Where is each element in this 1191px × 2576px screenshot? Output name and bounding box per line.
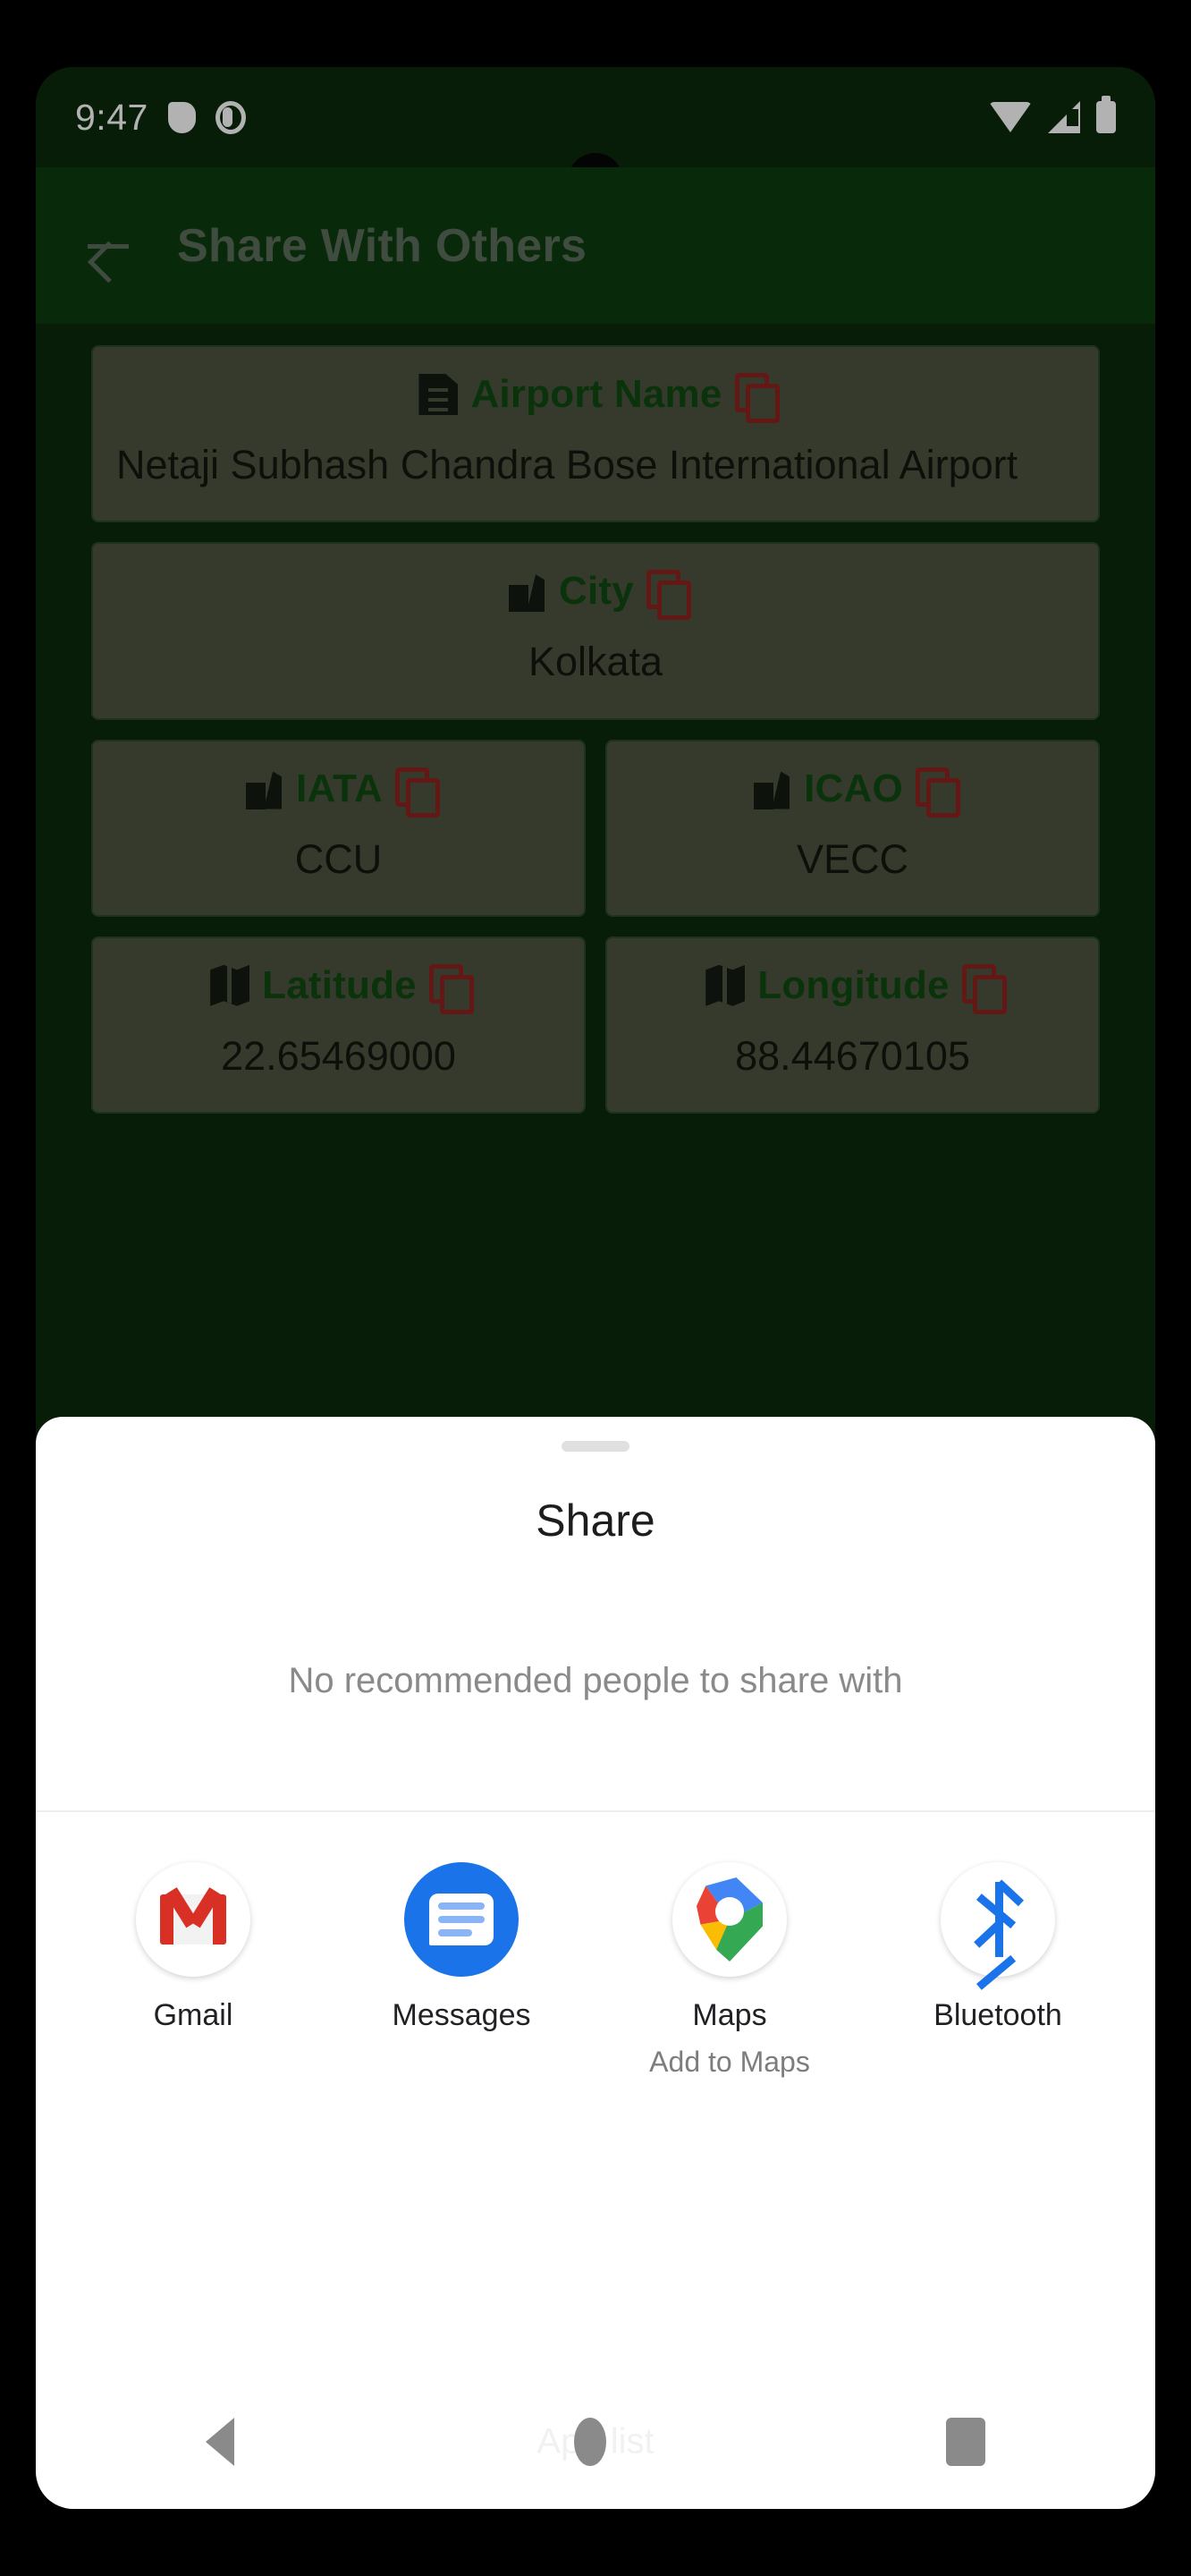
share-targets-row: Gmail Messages Maps Add to Maps Bluetoot… bbox=[36, 1812, 1155, 2079]
drag-handle[interactable] bbox=[562, 1441, 629, 1452]
recents-nav-icon[interactable] bbox=[946, 2418, 985, 2466]
no-recommended-people-message: No recommended people to share with bbox=[288, 1661, 903, 1700]
messages-icon bbox=[404, 1862, 519, 1977]
gmail-icon bbox=[136, 1862, 250, 1977]
share-bottom-sheet: Share No recommended people to share wit… bbox=[36, 1417, 1155, 2509]
share-target-label: Messages bbox=[392, 1998, 531, 2032]
home-nav-icon[interactable] bbox=[574, 2418, 606, 2466]
share-target-gmail[interactable]: Gmail bbox=[59, 1862, 327, 2079]
share-target-bluetooth[interactable]: Bluetooth bbox=[864, 1862, 1132, 2079]
bluetooth-icon bbox=[941, 1862, 1055, 1990]
share-target-subtitle: Add to Maps bbox=[649, 2046, 810, 2078]
share-sheet-title: Share bbox=[536, 1496, 655, 1546]
share-target-label: Bluetooth bbox=[933, 1998, 1062, 2032]
back-nav-icon[interactable] bbox=[206, 2418, 234, 2466]
system-navigation-bar: App list bbox=[36, 2375, 1155, 2509]
phone-screen: 9:47 Share With Others Airport Name Neta… bbox=[36, 67, 1155, 2509]
share-target-messages[interactable]: Messages bbox=[327, 1862, 596, 2079]
share-target-maps[interactable]: Maps Add to Maps bbox=[596, 1862, 864, 2079]
share-target-label: Maps bbox=[692, 1998, 767, 2032]
share-target-label: Gmail bbox=[153, 1998, 233, 2032]
maps-icon bbox=[672, 1862, 787, 1977]
